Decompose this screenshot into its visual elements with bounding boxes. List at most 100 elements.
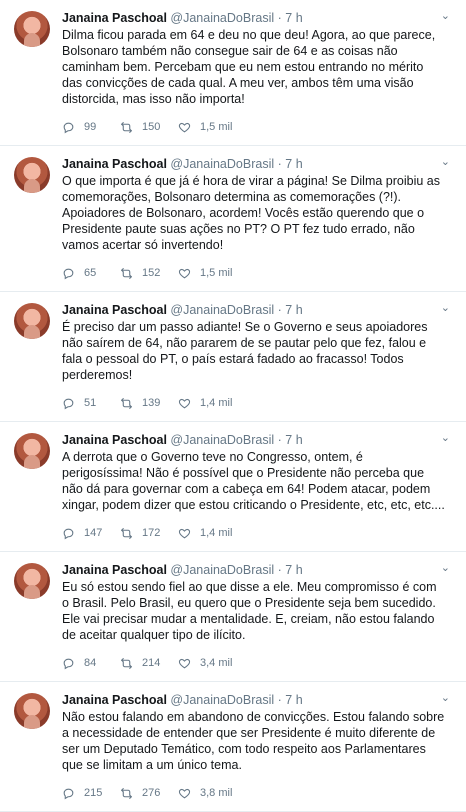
author-handle[interactable]: @JanainaDoBrasil [170,563,274,577]
separator-dot: · [277,11,282,25]
tweet-timestamp[interactable]: 7 h [285,157,302,171]
timeline: ⌄ Janaina Paschoal @JanainaDoBrasil · 7 … [0,0,466,812]
tweet-timestamp[interactable]: 7 h [285,303,302,317]
reply-count: 215 [84,787,103,799]
author-handle[interactable]: @JanainaDoBrasil [170,693,274,707]
retweet-button[interactable]: 139 [120,397,178,410]
tweet-header: Janaina Paschoal @JanainaDoBrasil · 7 h [62,562,452,578]
tweet-actions: 84 214 3,4 mil [62,649,452,677]
like-count: 1,5 mil [200,267,233,279]
tweet[interactable]: ⌄ Janaina Paschoal @JanainaDoBrasil · 7 … [0,0,466,146]
reply-count: 99 [84,121,97,133]
like-button[interactable]: 1,5 mil [178,121,248,134]
like-count: 1,5 mil [200,121,233,133]
like-button[interactable]: 3,8 mil [178,787,248,800]
chevron-down-icon[interactable]: ⌄ [441,561,450,575]
tweet-header: Janaina Paschoal @JanainaDoBrasil · 7 h [62,156,452,172]
author-name[interactable]: Janaina Paschoal [62,303,167,317]
tweet[interactable]: ⌄ Janaina Paschoal @JanainaDoBrasil · 7 … [0,552,466,682]
author-handle[interactable]: @JanainaDoBrasil [170,303,274,317]
chevron-down-icon[interactable]: ⌄ [441,155,450,169]
retweet-icon [121,121,132,133]
separator-dot: · [277,303,282,317]
reply-button[interactable]: 215 [62,787,120,800]
author-name[interactable]: Janaina Paschoal [62,563,167,577]
like-count: 3,8 mil [200,787,233,799]
heart-icon [178,788,191,798]
reply-button[interactable]: 84 [62,657,120,670]
tweet-text: A derrota que o Governo teve no Congress… [62,450,445,512]
tweet-text: O que importa é que já é hora de virar a… [62,174,440,252]
tweet[interactable]: ⌄ Janaina Paschoal @JanainaDoBrasil · 7 … [0,422,466,552]
avatar[interactable] [14,303,50,339]
tweet-timestamp[interactable]: 7 h [285,11,302,25]
retweet-count: 150 [142,121,161,133]
tweet-header: Janaina Paschoal @JanainaDoBrasil · 7 h [62,10,452,26]
author-handle[interactable]: @JanainaDoBrasil [170,433,274,447]
tweet-text: É preciso dar um passo adiante! Se o Gov… [62,320,428,382]
chevron-down-icon[interactable]: ⌄ [441,9,450,23]
avatar[interactable] [14,157,50,193]
tweet-actions: 99 150 1,5 mil [62,113,452,141]
retweet-button[interactable]: 172 [120,527,178,540]
reply-count: 65 [84,267,97,279]
retweet-button[interactable]: 276 [120,787,178,800]
tweet-text: Dilma ficou parada em 64 e deu no que de… [62,28,436,106]
avatar[interactable] [14,11,50,47]
reply-icon [63,122,74,133]
reply-button[interactable]: 51 [62,397,120,410]
reply-button[interactable]: 65 [62,267,120,280]
tweet-actions: 65 152 1,5 mil [62,259,452,287]
heart-icon [178,268,191,278]
tweet-actions: 51 139 1,4 mil [62,389,452,417]
tweet[interactable]: ⌄ Janaina Paschoal @JanainaDoBrasil · 7 … [0,292,466,422]
tweet-header: Janaina Paschoal @JanainaDoBrasil · 7 h [62,432,452,448]
retweet-button[interactable]: 150 [120,121,178,134]
reply-button[interactable]: 147 [62,527,120,540]
author-handle[interactable]: @JanainaDoBrasil [170,11,274,25]
retweet-icon [121,267,132,279]
reply-button[interactable]: 99 [62,121,120,134]
retweet-count: 214 [142,657,161,669]
tweet-timestamp[interactable]: 7 h [285,563,302,577]
chevron-down-icon[interactable]: ⌄ [441,691,450,705]
reply-count: 147 [84,527,103,539]
reply-icon [63,268,74,279]
like-button[interactable]: 1,4 mil [178,527,248,540]
tweet-timestamp[interactable]: 7 h [285,693,302,707]
retweet-count: 172 [142,527,161,539]
tweet[interactable]: ⌄ Janaina Paschoal @JanainaDoBrasil · 7 … [0,682,466,812]
avatar[interactable] [14,433,50,469]
like-button[interactable]: 3,4 mil [178,657,248,670]
chevron-down-icon[interactable]: ⌄ [441,301,450,315]
tweet-header: Janaina Paschoal @JanainaDoBrasil · 7 h [62,302,452,318]
like-count: 1,4 mil [200,397,233,409]
chevron-down-icon[interactable]: ⌄ [441,431,450,445]
retweet-button[interactable]: 214 [120,657,178,670]
like-button[interactable]: 1,5 mil [178,267,248,280]
retweet-button[interactable]: 152 [120,267,178,280]
separator-dot: · [277,433,282,447]
like-count: 3,4 mil [200,657,233,669]
like-button[interactable]: 1,4 mil [178,397,248,410]
heart-icon [178,658,191,668]
tweet-actions: 215 276 3,8 mil [62,779,452,807]
heart-icon [178,528,191,538]
author-name[interactable]: Janaina Paschoal [62,693,167,707]
separator-dot: · [277,157,282,171]
reply-icon [63,658,74,669]
author-name[interactable]: Janaina Paschoal [62,11,167,25]
author-name[interactable]: Janaina Paschoal [62,433,167,447]
separator-dot: · [277,693,282,707]
avatar[interactable] [14,563,50,599]
reply-count: 84 [84,657,97,669]
like-count: 1,4 mil [200,527,233,539]
author-handle[interactable]: @JanainaDoBrasil [170,157,274,171]
reply-icon [63,398,74,409]
retweet-count: 152 [142,267,161,279]
tweet-timestamp[interactable]: 7 h [285,433,302,447]
author-name[interactable]: Janaina Paschoal [62,157,167,171]
tweet-text: Eu só estou sendo fiel ao que disse a el… [62,580,437,642]
avatar[interactable] [14,693,50,729]
tweet[interactable]: ⌄ Janaina Paschoal @JanainaDoBrasil · 7 … [0,146,466,292]
